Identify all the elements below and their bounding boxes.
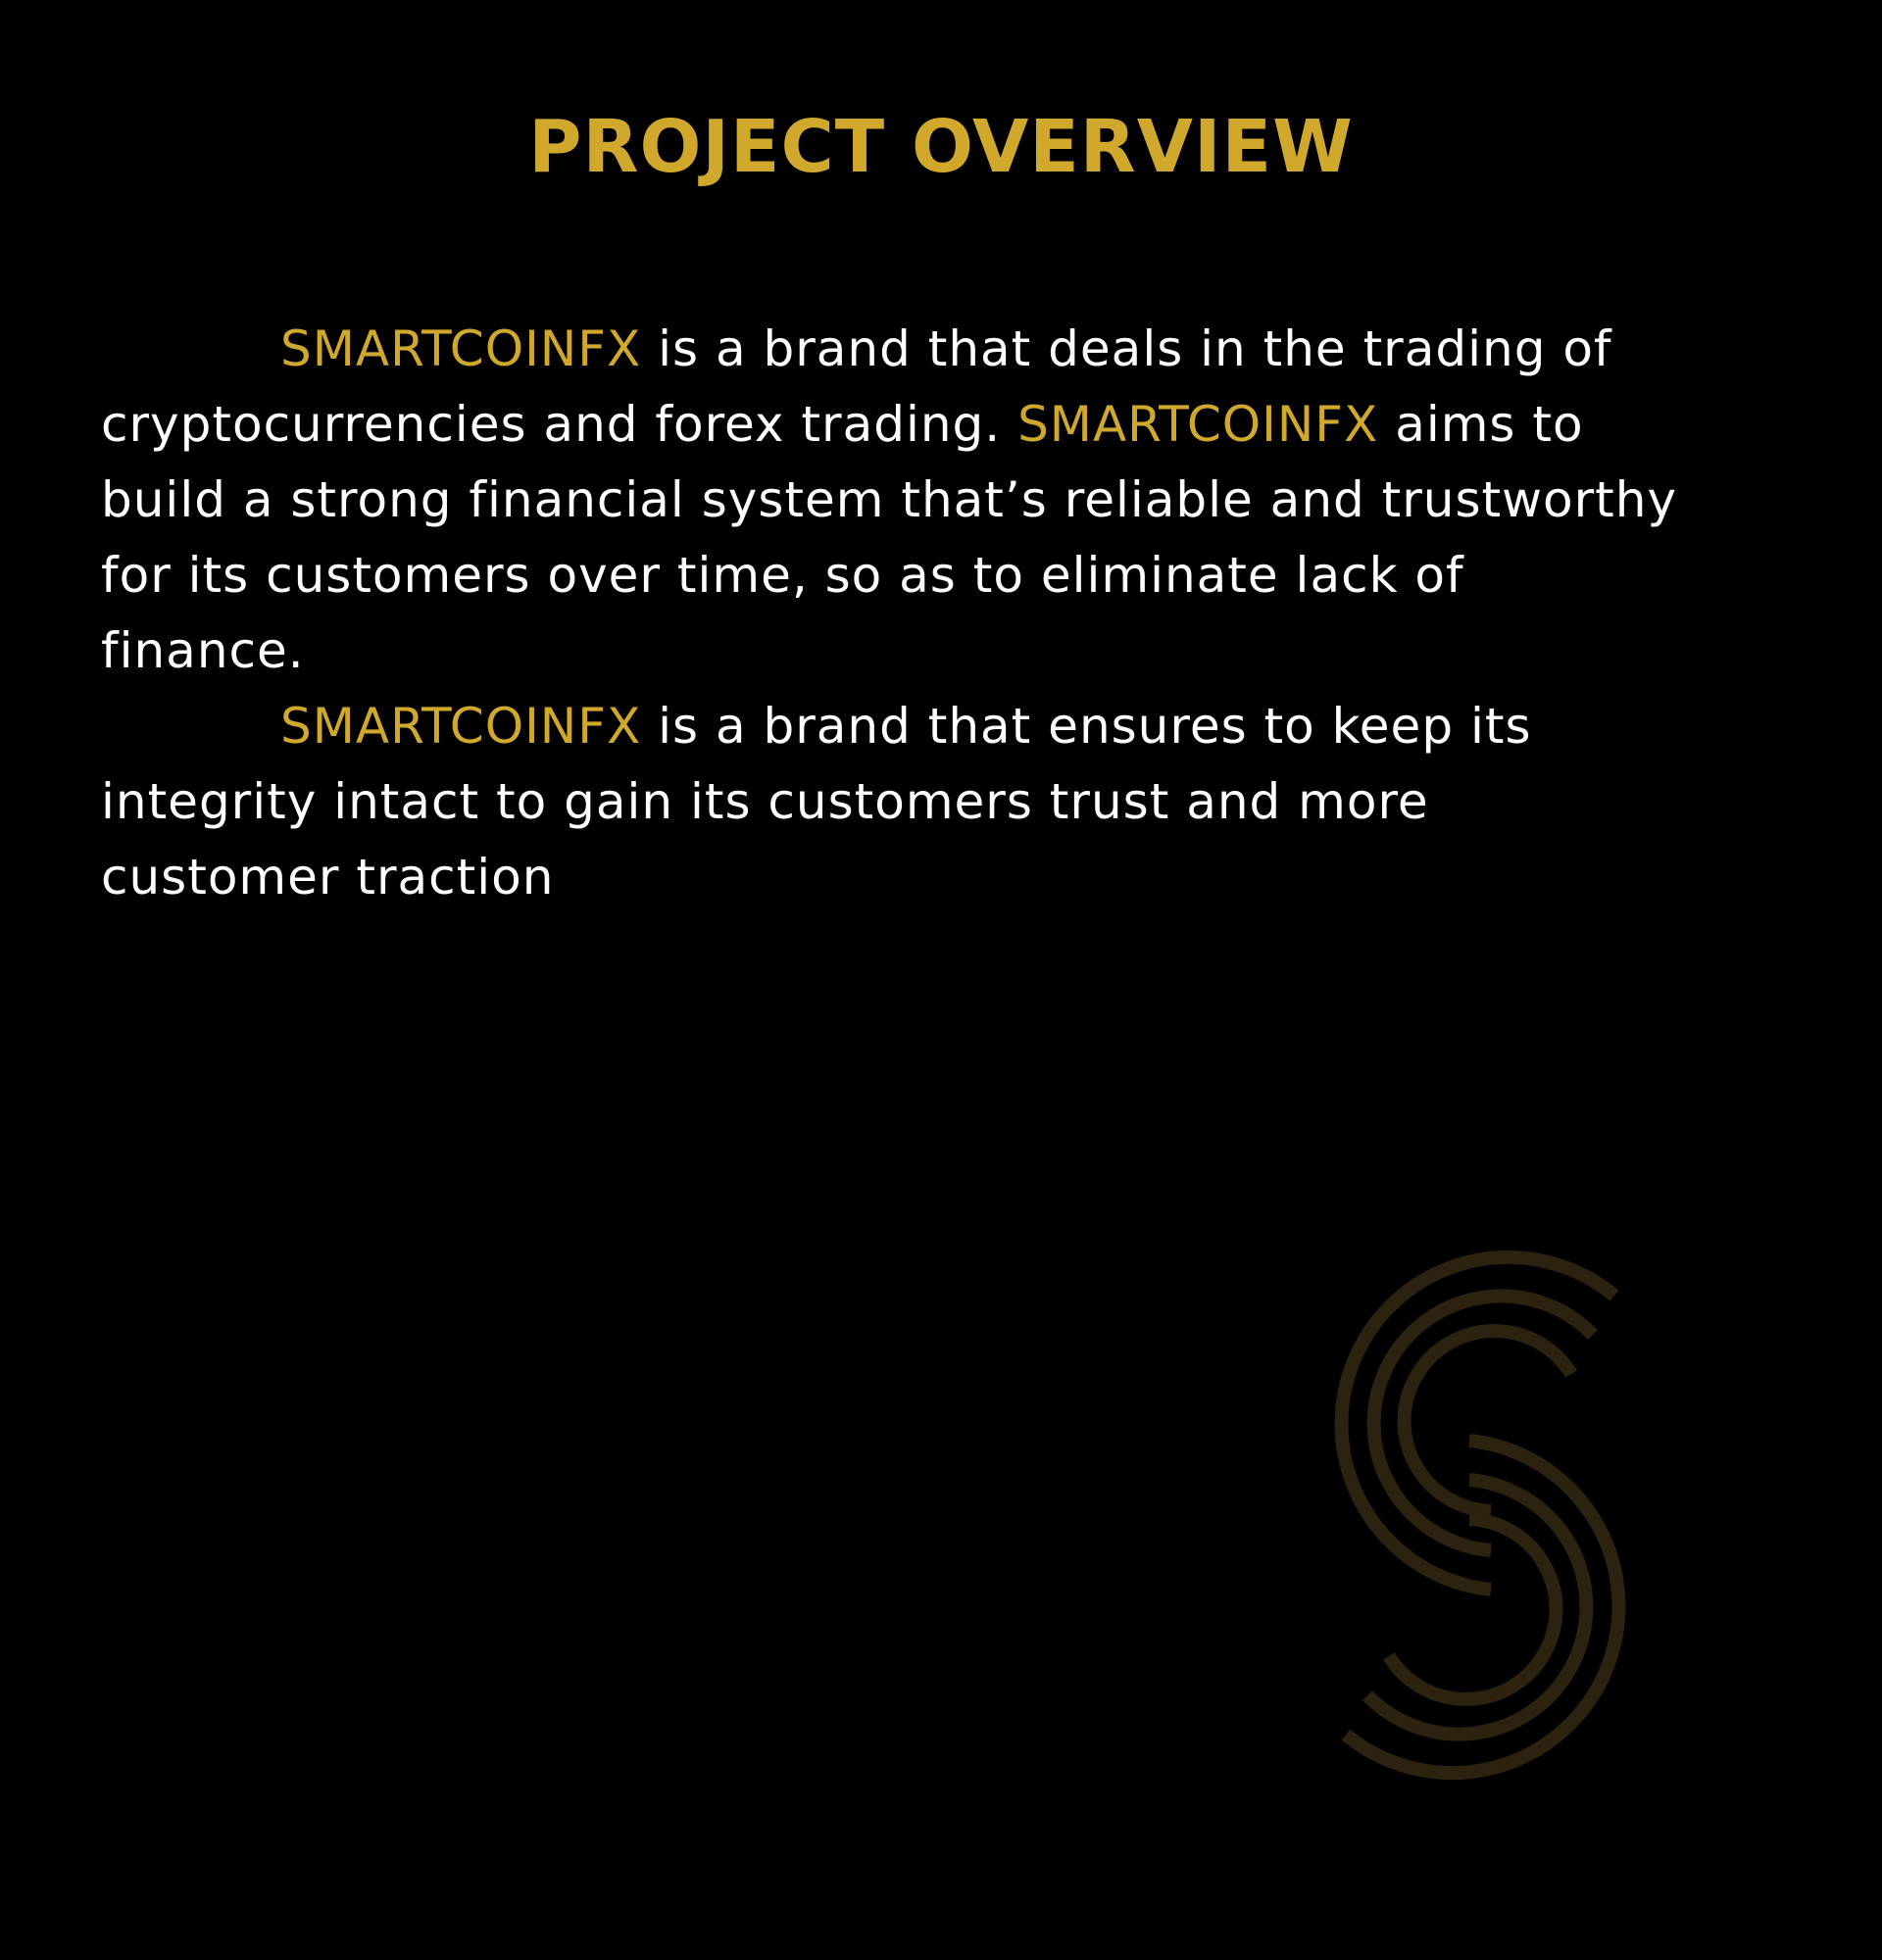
paragraph-1-line-3: build a strong financial system that’s r…	[101, 463, 1856, 538]
paragraph-1-line-5: finance.	[101, 613, 1856, 689]
line-text: cryptocurrencies and forex trading.	[101, 396, 1018, 453]
brand-name: SMARTCOINFX	[280, 698, 642, 755]
paragraph-2-line-3: customer traction	[101, 840, 1856, 915]
line-text: build a strong financial system that’s r…	[101, 471, 1678, 528]
paragraph-1-line-4: for its customers over time, so as to el…	[101, 538, 1856, 613]
brand-name: SMARTCOINFX	[280, 320, 642, 377]
line-text-after: aims to	[1378, 396, 1584, 453]
brand-name: SMARTCOINFX	[1017, 396, 1379, 453]
line-text: is a brand that ensures to keep its	[641, 698, 1532, 755]
line-text: integrity intact to gain its customers t…	[101, 773, 1429, 830]
line-text: customer traction	[101, 849, 555, 906]
line-text: is a brand that deals in the trading of	[641, 320, 1612, 377]
paragraph-1-line-2: cryptocurrencies and forex trading. SMAR…	[101, 387, 1856, 463]
s-swirl-logo-icon	[1334, 1250, 1626, 1781]
page-title: PROJECT OVERVIEW	[528, 105, 1354, 189]
paragraph-2-line-2: integrity intact to gain its customers t…	[101, 764, 1856, 840]
overview-text: SMARTCOINFX is a brand that deals in the…	[101, 312, 1856, 915]
line-text: finance.	[101, 622, 305, 679]
line-text: for its customers over time, so as to el…	[101, 547, 1464, 604]
paragraph-2-line-1: SMARTCOINFX is a brand that ensures to k…	[101, 689, 1856, 764]
paragraph-1-line-1: SMARTCOINFX is a brand that deals in the…	[101, 312, 1856, 387]
